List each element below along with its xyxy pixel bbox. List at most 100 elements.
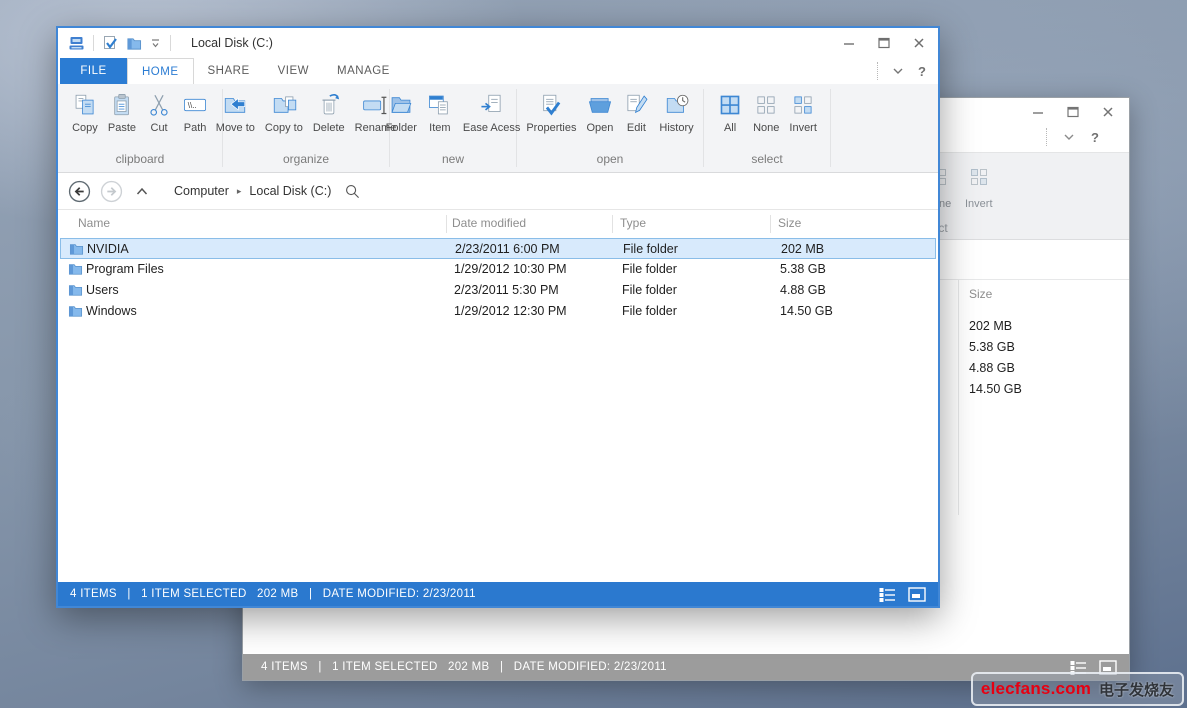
minimize-button[interactable]	[1031, 105, 1045, 119]
tab-file[interactable]: FILE	[60, 58, 127, 84]
group-divider	[830, 89, 831, 167]
up-button[interactable]	[135, 186, 149, 196]
maximize-button[interactable]	[1066, 105, 1080, 119]
thumbnail-view-icon[interactable]	[908, 587, 926, 602]
open-button[interactable]: Open	[582, 92, 617, 134]
status-text: 4 ITEMS | 1 ITEM SELECTED 202 MB | DATE …	[70, 588, 476, 600]
column-header-type[interactable]: Type	[620, 216, 646, 230]
group-label-clipboard: clipboard	[58, 152, 222, 166]
properties-button[interactable]: Properties	[522, 92, 580, 134]
maximize-button[interactable]	[877, 36, 891, 50]
tab-home[interactable]: HOME	[127, 58, 194, 84]
cell-size: 202 MB	[781, 239, 824, 260]
column-divider	[958, 280, 959, 515]
ribbon-collapse-button[interactable]	[1062, 131, 1076, 143]
select-invert-icon	[967, 165, 991, 189]
history-icon	[664, 92, 690, 118]
none-button[interactable]: None	[749, 92, 783, 134]
quick-access-dropdown-icon[interactable]	[149, 37, 162, 49]
breadcrumb-item[interactable]: Computer	[174, 184, 229, 198]
breadcrumb-item[interactable]: Local Disk (C:)	[249, 184, 331, 198]
close-button[interactable]	[912, 36, 926, 50]
copy-to-icon	[271, 92, 297, 118]
forward-button[interactable]	[100, 180, 123, 203]
all-button[interactable]: All	[713, 92, 747, 134]
copy-to-button[interactable]: Copy to	[261, 92, 307, 134]
path-icon: \\..	[182, 92, 208, 118]
path-button[interactable]: \\.. Path	[178, 92, 212, 134]
edit-button[interactable]: Edit	[619, 92, 653, 134]
ribbon-collapse-button[interactable]	[891, 65, 905, 77]
cell-name: Windows	[86, 301, 137, 322]
folder-button[interactable]: Folder	[382, 92, 421, 134]
breadcrumb[interactable]: Computer▸Local Disk (C:)	[174, 184, 331, 198]
tab-manage[interactable]: MANAGE	[323, 58, 404, 84]
tab-view[interactable]: VIEW	[264, 58, 323, 84]
table-row-users[interactable]: Users 2/23/2011 5:30 PM File folder 4.88…	[60, 280, 936, 301]
button-label: Invert	[789, 122, 817, 134]
ease-access-icon	[479, 92, 505, 118]
button-label: Cut	[151, 122, 168, 134]
item-button[interactable]: Item	[423, 92, 457, 134]
column-header-size[interactable]: Size	[778, 216, 801, 230]
breadcrumb-arrow-icon[interactable]: ▸	[229, 186, 250, 197]
ribbon-group-organize: Move toCopy toDeleteRenameorganize	[223, 84, 389, 172]
move-to-button[interactable]: Move to	[212, 92, 259, 134]
cell-size: 4.88 GB	[780, 280, 826, 301]
help-button[interactable]: ?	[918, 64, 926, 79]
search-icon[interactable]	[345, 184, 360, 199]
quick-access-folder-icon[interactable]	[126, 36, 142, 51]
quick-access-properties-icon[interactable]	[102, 35, 118, 51]
new-folder-icon	[388, 92, 414, 118]
button-label: Copy	[72, 122, 98, 134]
cell-type: File folder	[622, 301, 677, 322]
invert-button[interactable]: Invert	[785, 92, 821, 134]
ease-acess-button[interactable]: Ease Acess	[459, 92, 524, 134]
column-header-size[interactable]: Size	[969, 287, 992, 301]
close-button[interactable]	[1101, 105, 1115, 119]
history-button[interactable]: History	[655, 92, 697, 134]
folder-icon	[68, 283, 83, 297]
cut-button[interactable]: Cut	[142, 92, 176, 134]
copy-button[interactable]: Copy	[68, 92, 102, 134]
cell-name: Users	[86, 280, 119, 301]
button-label: Move to	[216, 122, 255, 134]
folder-icon	[68, 304, 83, 318]
table-row-nvidia[interactable]: NVIDIA 2/23/2011 6:00 PM File folder 202…	[60, 238, 936, 259]
column-divider[interactable]	[612, 215, 613, 233]
invert-button[interactable]: Invert	[965, 165, 993, 210]
button-label: Folder	[386, 122, 417, 134]
paste-button[interactable]: Paste	[104, 92, 140, 134]
list-view-icon[interactable]	[879, 587, 896, 602]
button-label: Edit	[627, 122, 646, 134]
help-button[interactable]: ?	[1091, 130, 1099, 145]
group-label-select: select	[704, 152, 830, 166]
column-header-date-modified[interactable]: Date modified	[452, 216, 526, 230]
paste-icon	[109, 92, 135, 118]
button-label: Ease Acess	[463, 122, 520, 134]
cut-icon	[146, 92, 172, 118]
button-label: Item	[429, 122, 450, 134]
group-label-open: open	[517, 152, 703, 166]
app-logo-icon	[68, 35, 85, 51]
ribbon-group-select: AllNone Invert select	[704, 84, 830, 172]
column-divider[interactable]	[770, 215, 771, 233]
tab-share[interactable]: SHARE	[194, 58, 264, 84]
window-title: Local Disk (C:)	[191, 36, 273, 50]
button-label: Path	[184, 122, 207, 134]
column-divider[interactable]	[446, 215, 447, 233]
button-label: Properties	[526, 122, 576, 134]
delete-button[interactable]: Delete	[309, 92, 349, 134]
minimize-button[interactable]	[842, 36, 856, 50]
cell-type: File folder	[623, 239, 678, 260]
select-all-icon	[717, 92, 743, 118]
back-button[interactable]	[68, 180, 91, 203]
select-invert-icon	[790, 92, 816, 118]
table-row-program-files[interactable]: Program Files 1/29/2012 10:30 PM File fo…	[60, 259, 936, 280]
copy-icon	[72, 92, 98, 118]
table-row-windows[interactable]: Windows 1/29/2012 12:30 PM File folder 1…	[60, 301, 936, 322]
delete-icon	[316, 92, 342, 118]
button-label: Copy to	[265, 122, 303, 134]
column-header-name[interactable]: Name	[78, 216, 110, 230]
cell-size: 5.38 GB	[780, 259, 826, 280]
